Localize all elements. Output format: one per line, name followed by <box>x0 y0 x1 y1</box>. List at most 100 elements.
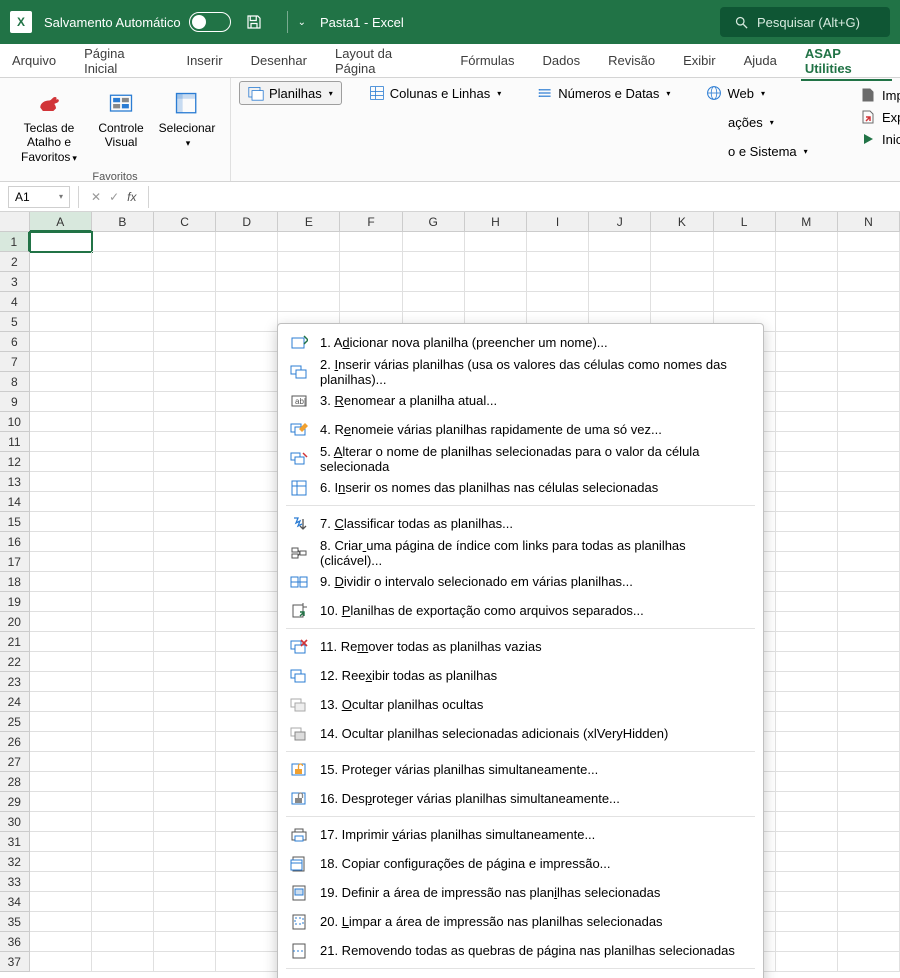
cell[interactable] <box>838 632 900 652</box>
cell[interactable] <box>776 252 838 272</box>
row-header[interactable]: 28 <box>0 772 30 792</box>
cell[interactable] <box>154 272 216 292</box>
cell[interactable] <box>838 372 900 392</box>
cell[interactable] <box>154 712 216 732</box>
cell[interactable] <box>527 232 589 252</box>
cell[interactable] <box>216 592 278 612</box>
menu-item-6[interactable]: 6. Inserir os nomes das planilhas nas cé… <box>278 473 763 502</box>
menu-item-8[interactable]: 8. Criar uma página de índice com links … <box>278 538 763 567</box>
cell[interactable] <box>216 232 278 252</box>
cell[interactable] <box>838 952 900 972</box>
tab-ajuda[interactable]: Ajuda <box>740 47 781 74</box>
cell[interactable] <box>340 272 402 292</box>
menu-item-11[interactable]: 11. Remover todas as planilhas vazias <box>278 632 763 661</box>
cell[interactable] <box>776 572 838 592</box>
cell[interactable] <box>30 912 92 932</box>
cell[interactable] <box>403 292 465 312</box>
cell[interactable] <box>776 952 838 972</box>
menu-item-15[interactable]: 15. Proteger várias planilhas simultanea… <box>278 755 763 784</box>
row-header[interactable]: 35 <box>0 912 30 932</box>
menu-item-18[interactable]: 18. Copiar configurações de página e imp… <box>278 849 763 878</box>
cell[interactable] <box>92 952 154 972</box>
cell[interactable] <box>92 692 154 712</box>
cell[interactable] <box>154 632 216 652</box>
cell[interactable] <box>216 912 278 932</box>
cell[interactable] <box>838 772 900 792</box>
cell[interactable] <box>30 952 92 972</box>
search-box[interactable]: Pesquisar (Alt+G) <box>720 7 890 37</box>
numeros-datas-button[interactable]: Números e Datas▾ <box>528 81 679 105</box>
cell[interactable] <box>92 832 154 852</box>
cell[interactable] <box>30 392 92 412</box>
cell[interactable] <box>216 692 278 712</box>
cell[interactable] <box>527 252 589 272</box>
cell[interactable] <box>92 892 154 912</box>
cell[interactable] <box>776 332 838 352</box>
cell[interactable] <box>776 452 838 472</box>
cell[interactable] <box>92 632 154 652</box>
cell[interactable] <box>154 852 216 872</box>
cell[interactable] <box>154 792 216 812</box>
cell[interactable] <box>154 532 216 552</box>
menu-item-21[interactable]: 21. Removendo todas as quebras de página… <box>278 936 763 965</box>
cell[interactable] <box>527 292 589 312</box>
tab-p-gina-inicial[interactable]: Página Inicial <box>80 40 162 82</box>
cell[interactable] <box>776 412 838 432</box>
cell[interactable] <box>154 552 216 572</box>
tab-revis-o[interactable]: Revisão <box>604 47 659 74</box>
cell[interactable] <box>278 232 340 252</box>
cell[interactable] <box>776 772 838 792</box>
cell[interactable] <box>154 372 216 392</box>
row-header[interactable]: 25 <box>0 712 30 732</box>
row-header[interactable]: 9 <box>0 392 30 412</box>
cell[interactable] <box>589 232 651 252</box>
row-header[interactable]: 23 <box>0 672 30 692</box>
row-header[interactable]: 37 <box>0 952 30 972</box>
row-header[interactable]: 7 <box>0 352 30 372</box>
row-header[interactable]: 11 <box>0 432 30 452</box>
cell[interactable] <box>216 412 278 432</box>
cell[interactable] <box>30 252 92 272</box>
cell[interactable] <box>838 792 900 812</box>
cell[interactable] <box>92 572 154 592</box>
cell[interactable] <box>92 512 154 532</box>
menu-item-1[interactable]: 1. Adicionar nova planilha (preencher um… <box>278 328 763 357</box>
cell[interactable] <box>776 492 838 512</box>
cell[interactable] <box>589 292 651 312</box>
cell[interactable] <box>776 812 838 832</box>
cell[interactable] <box>154 292 216 312</box>
cell[interactable] <box>838 752 900 772</box>
cell[interactable] <box>403 232 465 252</box>
cell[interactable] <box>216 272 278 292</box>
row-header[interactable]: 19 <box>0 592 30 612</box>
tab-f-rmulas[interactable]: Fórmulas <box>456 47 518 74</box>
cell[interactable] <box>216 672 278 692</box>
column-header[interactable]: L <box>714 212 776 232</box>
menu-item-5[interactable]: 5. Alterar o nome de planilhas seleciona… <box>278 444 763 473</box>
cell[interactable] <box>776 912 838 932</box>
cell[interactable] <box>776 692 838 712</box>
cell[interactable] <box>154 612 216 632</box>
cell[interactable] <box>714 292 776 312</box>
cell[interactable] <box>154 592 216 612</box>
cell[interactable] <box>216 852 278 872</box>
menu-item-13[interactable]: 13. Ocultar planilhas ocultas <box>278 690 763 719</box>
cell[interactable] <box>776 232 838 252</box>
cell[interactable] <box>92 472 154 492</box>
shortcuts-favorites-button[interactable]: Teclas de Atalho e Favoritos▾ <box>10 84 88 169</box>
cell[interactable] <box>651 272 713 292</box>
cell[interactable] <box>216 732 278 752</box>
cell[interactable] <box>92 292 154 312</box>
cell[interactable] <box>838 532 900 552</box>
cell[interactable] <box>92 412 154 432</box>
cell[interactable] <box>30 812 92 832</box>
column-header[interactable]: N <box>838 212 900 232</box>
cell[interactable] <box>30 652 92 672</box>
cell[interactable] <box>216 352 278 372</box>
select-button[interactable]: Selecionar▾ <box>154 84 220 169</box>
cell[interactable] <box>30 632 92 652</box>
row-header[interactable]: 29 <box>0 792 30 812</box>
cell[interactable] <box>30 292 92 312</box>
cell[interactable] <box>92 872 154 892</box>
cell[interactable] <box>838 872 900 892</box>
